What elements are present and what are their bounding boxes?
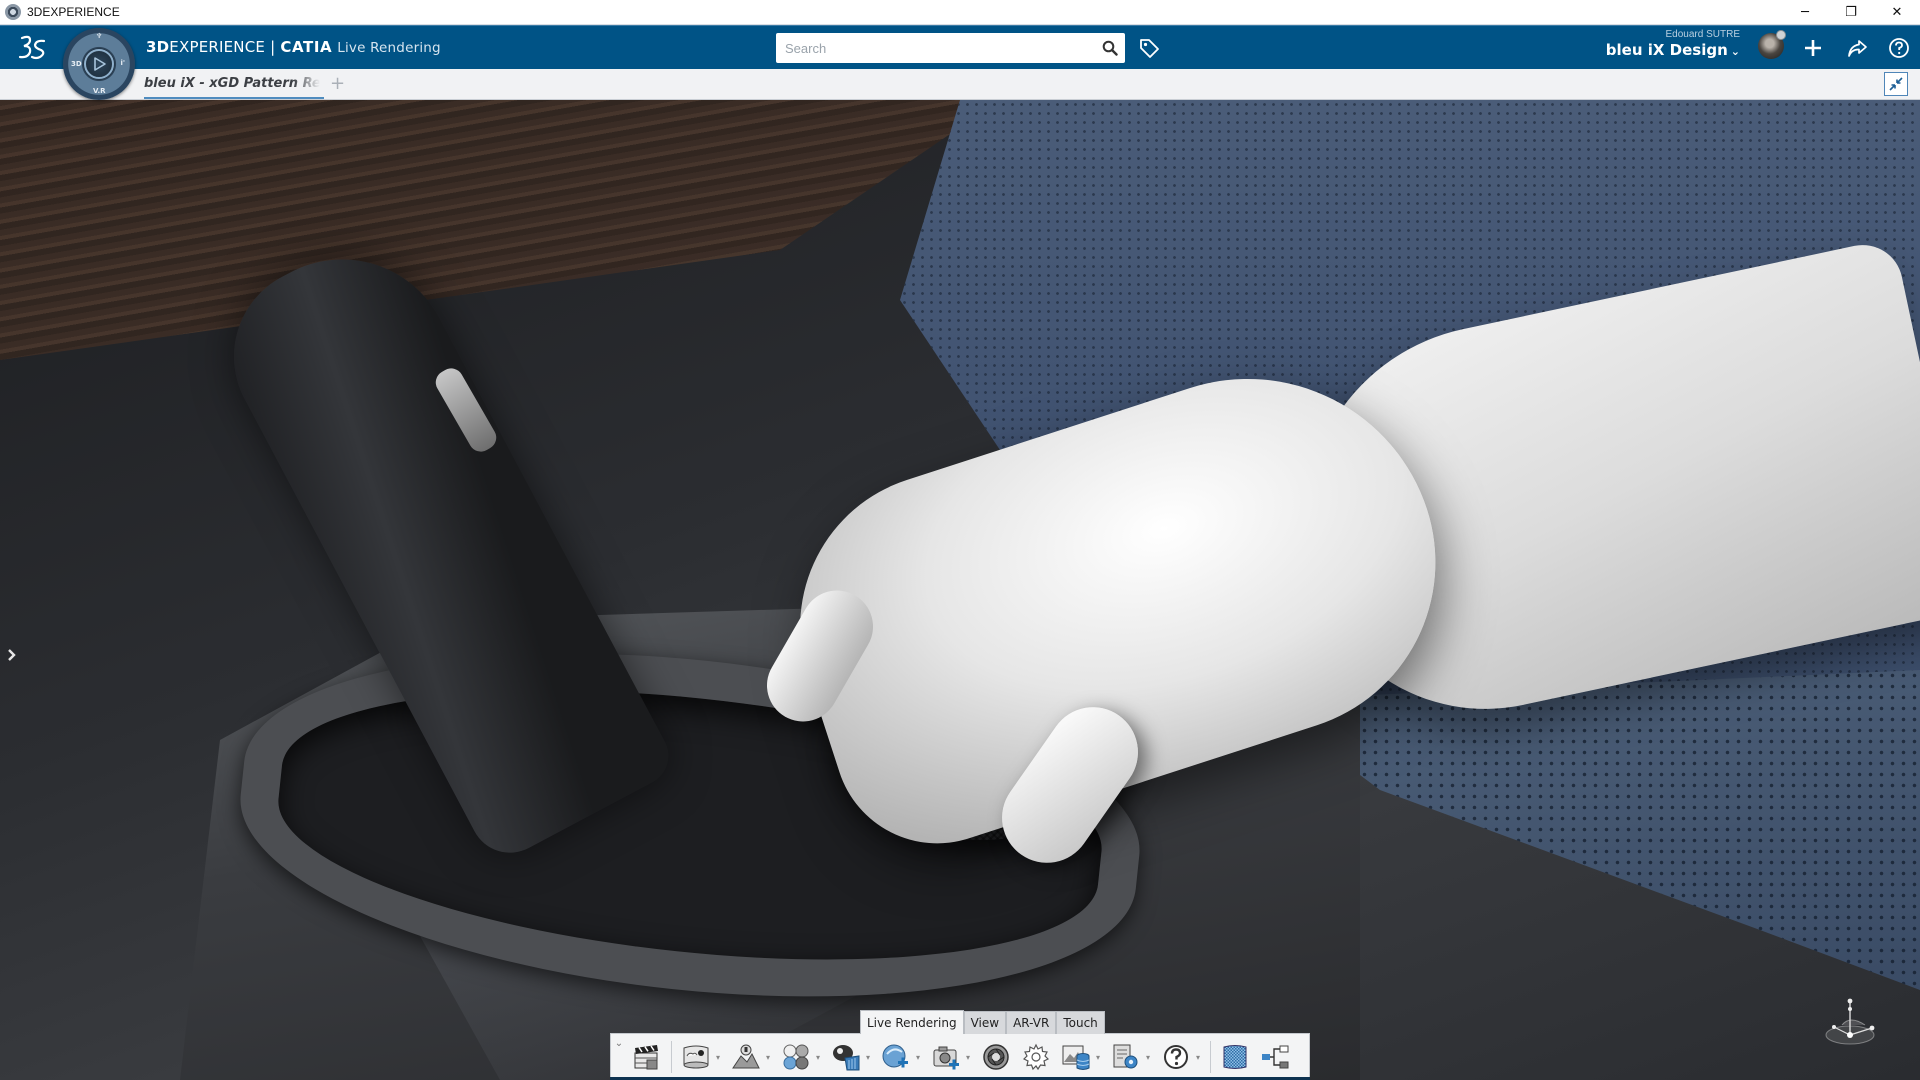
app-title: 3DEXPERIENCE | CATIA Live Rendering bbox=[146, 38, 441, 56]
tab-view[interactable]: View bbox=[963, 1011, 1007, 1034]
compass-social-icon[interactable]: ♆ bbox=[96, 32, 102, 40]
add-tab-button[interactable]: + bbox=[330, 73, 345, 94]
tool-appearance[interactable]: ▾ bbox=[829, 1037, 873, 1077]
wood-trim bbox=[0, 100, 1000, 360]
user-block[interactable]: Edouard SUTRE bleu iX Design ⌄ bbox=[1606, 29, 1740, 59]
user-name: Edouard SUTRE bbox=[1665, 29, 1740, 40]
tool-texture[interactable] bbox=[1218, 1037, 1252, 1077]
tab-touch[interactable]: Touch bbox=[1056, 1011, 1105, 1034]
search-icon[interactable] bbox=[1095, 33, 1125, 63]
tool-lights[interactable]: ▾ bbox=[729, 1037, 773, 1077]
tool-add-stamp[interactable]: ▾ bbox=[879, 1037, 923, 1077]
tool-tree[interactable] bbox=[1258, 1037, 1292, 1077]
animation-clapper-icon[interactable] bbox=[630, 1040, 664, 1074]
window-titlebar: 3DEXPERIENCE ─ ❐ ✕ bbox=[0, 0, 1920, 25]
action-bar: ⌄ ▾ ▾ ▾ ▾ ▾ ▾ ▾ ▾ ▾ bbox=[610, 1033, 1310, 1080]
compass-label-info[interactable]: i' bbox=[120, 59, 125, 67]
collab-space-selector[interactable]: bleu iX Design ⌄ bbox=[1606, 41, 1740, 59]
compass-label-vr[interactable]: V.R bbox=[93, 87, 106, 95]
chevron-down-icon[interactable]: ▾ bbox=[1193, 1053, 1203, 1062]
robot-compass-icon[interactable] bbox=[1820, 995, 1890, 1055]
tool-settings[interactable] bbox=[1019, 1037, 1053, 1077]
chevron-down-icon[interactable]: ▾ bbox=[963, 1053, 973, 1062]
3d-viewport[interactable] bbox=[0, 100, 1920, 1080]
share-icon[interactable] bbox=[1842, 33, 1872, 63]
compass-label-3d[interactable]: 3D bbox=[71, 60, 82, 68]
tool-materials[interactable]: ▾ bbox=[779, 1037, 823, 1077]
camera-add-icon[interactable] bbox=[929, 1040, 963, 1074]
collab-space-label: bleu iX Design bbox=[1605, 41, 1728, 59]
settings-gear-icon[interactable] bbox=[1019, 1040, 1053, 1074]
lens-aperture-icon[interactable] bbox=[979, 1040, 1013, 1074]
toolbar-separator bbox=[671, 1041, 672, 1073]
app-role: Live Rendering bbox=[337, 40, 441, 56]
app-icon bbox=[5, 4, 21, 20]
action-bar-tabs: Live Rendering View AR-VR Touch bbox=[860, 1010, 1105, 1034]
add-stamp-icon[interactable] bbox=[879, 1040, 913, 1074]
appearance-icon[interactable] bbox=[829, 1040, 863, 1074]
collapse-arrows-icon bbox=[1889, 77, 1903, 91]
search-input[interactable] bbox=[776, 34, 1095, 62]
tab-bar: bleu iX - xGD Pattern Review + bbox=[0, 69, 1920, 100]
help-icon[interactable] bbox=[1159, 1040, 1193, 1074]
materials-icon[interactable] bbox=[779, 1040, 813, 1074]
top-bar: 3DEXPERIENCE|CATIALive Rendering Edouard… bbox=[0, 25, 1920, 69]
tab-live-rendering[interactable]: Live Rendering bbox=[860, 1010, 964, 1034]
tool-camera-add[interactable]: ▾ bbox=[929, 1037, 973, 1077]
side-panel-expand-icon[interactable] bbox=[4, 645, 20, 665]
environment-icon[interactable] bbox=[679, 1040, 713, 1074]
minimize-button[interactable]: ─ bbox=[1782, 0, 1828, 25]
chevron-down-icon[interactable]: ▾ bbox=[1093, 1053, 1103, 1062]
ds-logo-icon[interactable] bbox=[16, 32, 48, 64]
tag-icon[interactable] bbox=[1135, 34, 1163, 62]
collapse-fullscreen-button[interactable] bbox=[1884, 72, 1908, 96]
window-title: 3DEXPERIENCE bbox=[27, 5, 120, 19]
action-bar-collapse-button[interactable]: ⌄ bbox=[611, 1034, 627, 1080]
title-separator: | bbox=[270, 38, 276, 56]
chevron-down-icon[interactable]: ▾ bbox=[913, 1053, 923, 1062]
search-box bbox=[776, 33, 1125, 63]
brand-3d: 3D bbox=[146, 38, 170, 56]
chevron-down-icon[interactable]: ▾ bbox=[763, 1053, 773, 1062]
chevron-down-icon[interactable]: ▾ bbox=[713, 1053, 723, 1062]
chevron-down-icon[interactable]: ▾ bbox=[813, 1053, 823, 1062]
texture-cylinder-icon[interactable] bbox=[1218, 1040, 1252, 1074]
help-icon[interactable] bbox=[1884, 33, 1914, 63]
chevron-down-icon: ⌄ bbox=[1730, 45, 1740, 58]
status-dot-icon bbox=[1776, 30, 1786, 40]
tool-image-database[interactable]: ▾ bbox=[1059, 1037, 1103, 1077]
tool-environment[interactable]: ▾ bbox=[679, 1037, 723, 1077]
restore-button[interactable]: ❐ bbox=[1828, 0, 1874, 25]
toolbar-separator bbox=[1210, 1041, 1211, 1073]
render-settings-icon[interactable] bbox=[1109, 1040, 1143, 1074]
play-icon[interactable] bbox=[84, 49, 114, 79]
tab-document[interactable]: bleu iX - xGD Pattern Review bbox=[144, 69, 324, 99]
tree-structure-icon[interactable] bbox=[1258, 1040, 1292, 1074]
lights-scene-icon[interactable] bbox=[729, 1040, 763, 1074]
tool-render-settings[interactable]: ▾ bbox=[1109, 1037, 1153, 1077]
chevron-down-icon[interactable]: ▾ bbox=[863, 1053, 873, 1062]
chevron-down-icon[interactable]: ▾ bbox=[1143, 1053, 1153, 1062]
tool-help[interactable]: ▾ bbox=[1159, 1037, 1203, 1077]
brand-experience: EXPERIENCE bbox=[169, 38, 266, 56]
app-name: CATIA bbox=[280, 38, 333, 56]
tool-lens[interactable] bbox=[979, 1037, 1013, 1077]
close-button[interactable]: ✕ bbox=[1874, 0, 1920, 25]
add-icon[interactable] bbox=[1798, 33, 1828, 63]
tool-animation[interactable] bbox=[630, 1037, 664, 1077]
window-controls: ─ ❐ ✕ bbox=[1782, 0, 1920, 25]
tab-ar-vr[interactable]: AR-VR bbox=[1006, 1011, 1057, 1034]
tab-document-label: bleu iX - xGD Pattern Review bbox=[144, 75, 320, 91]
image-database-icon[interactable] bbox=[1059, 1040, 1093, 1074]
compass-icon[interactable]: 3D i' V.R ♆ bbox=[63, 28, 135, 100]
